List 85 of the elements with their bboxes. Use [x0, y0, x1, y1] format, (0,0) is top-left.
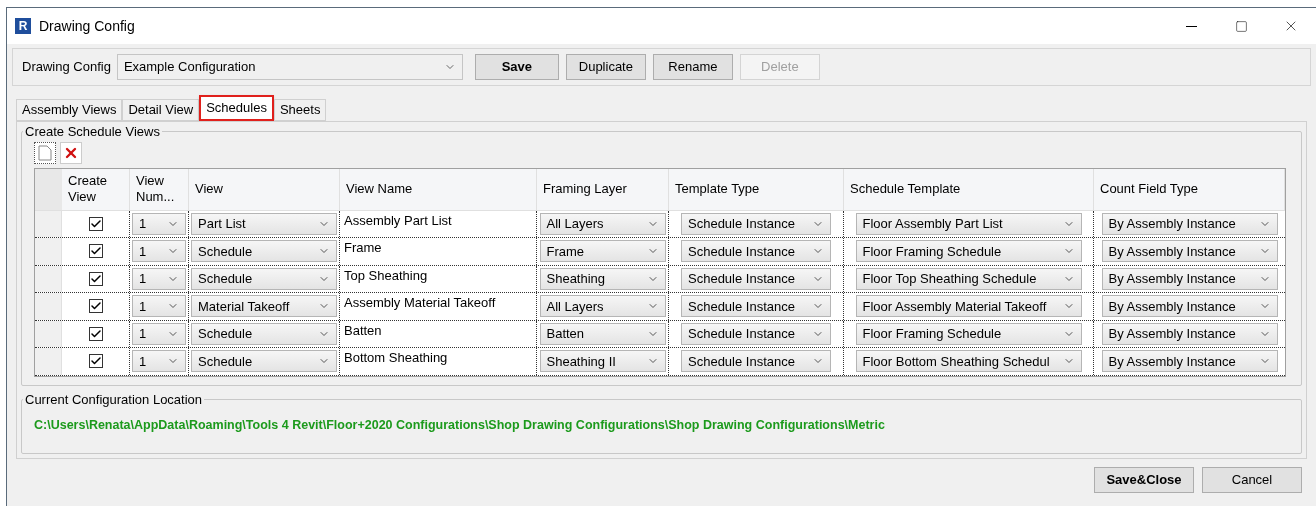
framing-layer-dropdown[interactable]: All Layers	[539, 212, 666, 235]
checkbox[interactable]	[88, 299, 103, 314]
column-header: Schedule Template	[850, 181, 961, 197]
window-title: Drawing Config	[39, 16, 135, 36]
row-header[interactable]	[35, 265, 62, 292]
number-dropdown[interactable]: 1	[132, 322, 186, 345]
group-title: Create Schedule Views	[24, 123, 161, 141]
column-header: Create View	[68, 173, 109, 205]
view-dropdown[interactable]: Schedule	[191, 267, 337, 290]
template-type-dropdown[interactable]: Schedule Instance	[681, 212, 831, 235]
view-name-cell[interactable]: Top Sheathing	[344, 265, 428, 285]
view-dropdown[interactable]: Material Takeoff	[191, 295, 337, 318]
view-dropdown[interactable]: Schedule	[191, 350, 337, 373]
view-name-cell[interactable]: Assembly Part List	[344, 210, 452, 230]
config-dropdown[interactable]: Example Configuration	[116, 54, 463, 80]
number-dropdown[interactable]: 1	[132, 267, 186, 290]
column-header: View Num...	[136, 173, 176, 205]
button[interactable]: Cancel	[1202, 467, 1302, 493]
schedule-template-dropdown[interactable]: Floor Assembly Material Takeoff	[855, 295, 1082, 318]
schedule-template-dropdown[interactable]: Floor Framing Schedule	[855, 240, 1082, 263]
count-field-dropdown[interactable]: By Assembly Instance	[1101, 212, 1278, 235]
number-dropdown[interactable]: 1	[132, 295, 186, 318]
count-field-dropdown[interactable]: By Assembly Instance	[1101, 295, 1278, 318]
view-dropdown[interactable]: Schedule	[191, 240, 337, 263]
template-type-dropdown[interactable]: Schedule Instance	[681, 295, 831, 318]
count-field-dropdown[interactable]: By Assembly Instance	[1101, 267, 1278, 290]
view-name-cell[interactable]: Frame	[344, 238, 382, 258]
app-icon: R	[15, 18, 31, 34]
count-field-dropdown[interactable]: By Assembly Instance	[1101, 350, 1278, 373]
new-row-icon[interactable]	[34, 141, 56, 164]
checkbox[interactable]	[88, 244, 103, 259]
minimize-icon	[1185, 25, 1197, 27]
config-label: Drawing Config	[22, 58, 111, 77]
column-header: Template Type	[675, 181, 760, 197]
framing-layer-dropdown[interactable]: Sheathing II	[539, 350, 666, 373]
row-header[interactable]	[35, 210, 62, 237]
schedule-template-dropdown[interactable]: Floor Assembly Part List	[855, 212, 1082, 235]
button[interactable]: Rename	[652, 54, 733, 80]
tab[interactable]: Schedules	[199, 95, 274, 121]
tab[interactable]: Assembly Views	[16, 99, 123, 121]
number-dropdown[interactable]: 1	[132, 212, 186, 235]
schedule-template-dropdown[interactable]: Floor Framing Schedule	[855, 322, 1082, 345]
button[interactable]: Save&Close	[1094, 467, 1194, 493]
view-name-cell[interactable]: Batten	[344, 320, 382, 340]
checkbox[interactable]	[88, 326, 103, 341]
tab[interactable]: Detail View	[122, 99, 200, 121]
schedule-template-dropdown[interactable]: Floor Bottom Sheathing Schedul	[855, 350, 1082, 373]
button[interactable]: Duplicate	[565, 54, 646, 80]
checkbox[interactable]	[88, 216, 103, 231]
row-header[interactable]	[35, 320, 62, 347]
maximize-icon	[1234, 19, 1248, 33]
view-name-cell[interactable]: Bottom Sheathing	[344, 348, 448, 368]
number-dropdown[interactable]: 1	[132, 240, 186, 263]
checkbox[interactable]	[88, 354, 103, 369]
check-icon	[89, 272, 102, 285]
column-header: Count Field Type	[1100, 181, 1199, 197]
group-title: Current Configuration Location	[24, 391, 204, 409]
column-header: View Name	[346, 181, 413, 197]
delete-icon[interactable]	[60, 141, 82, 164]
view-dropdown[interactable]: Schedule	[191, 322, 337, 345]
count-field-dropdown[interactable]: By Assembly Instance	[1101, 240, 1278, 263]
count-field-dropdown[interactable]: By Assembly Instance	[1101, 322, 1278, 345]
check-icon	[89, 217, 102, 230]
column-header: Framing Layer	[543, 181, 627, 197]
view-dropdown[interactable]: Part List	[191, 212, 337, 235]
schedule-template-dropdown[interactable]: Floor Top Sheathing Schedule	[855, 267, 1082, 290]
framing-layer-dropdown[interactable]: Frame	[539, 240, 666, 263]
template-type-dropdown[interactable]: Schedule Instance	[681, 240, 831, 263]
tab[interactable]: Sheets	[273, 99, 327, 121]
checkbox[interactable]	[88, 271, 103, 286]
column-header: View	[195, 181, 223, 197]
framing-layer-dropdown[interactable]: Sheathing	[539, 267, 666, 290]
row-header[interactable]	[35, 348, 62, 375]
number-dropdown[interactable]: 1	[132, 350, 186, 373]
framing-layer-dropdown[interactable]: Batten	[539, 322, 666, 345]
template-type-dropdown[interactable]: Schedule Instance	[681, 267, 831, 290]
framing-layer-dropdown[interactable]: All Layers	[539, 295, 666, 318]
template-type-dropdown[interactable]: Schedule Instance	[681, 322, 831, 345]
button[interactable]: Save	[474, 54, 559, 80]
config-path: C:\Users\Renata\AppData\Roaming\Tools 4 Revit\Floor+2020 Configurations\Shop Drawing Configurations\Shop Drawing Configurations\Metric	[34, 416, 886, 434]
check-icon	[89, 327, 102, 340]
view-name-cell[interactable]: Assembly Material Takeoff	[344, 293, 496, 313]
row-header[interactable]	[35, 238, 62, 265]
row-header[interactable]	[35, 293, 62, 320]
template-type-dropdown[interactable]: Schedule Instance	[681, 350, 831, 373]
